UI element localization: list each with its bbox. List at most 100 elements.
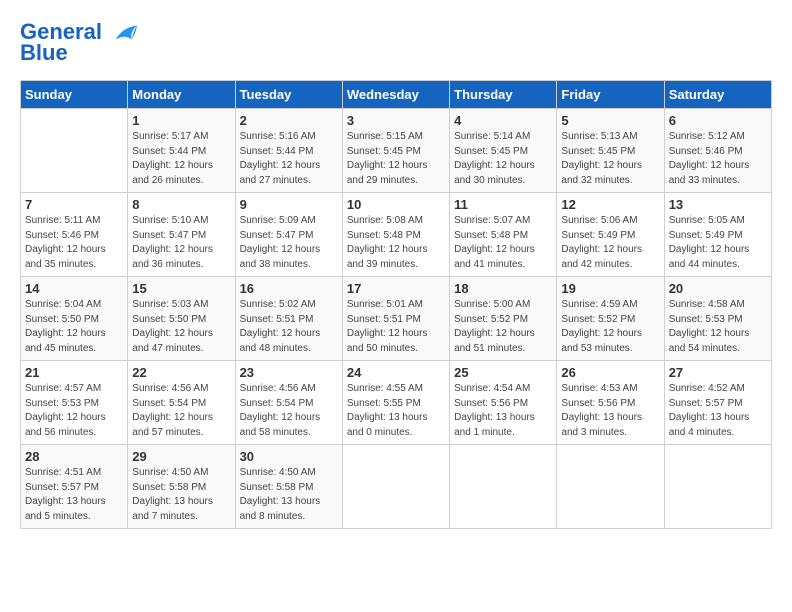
day-number: 10 — [347, 197, 445, 212]
day-number: 11 — [454, 197, 552, 212]
day-number: 23 — [240, 365, 338, 380]
day-number: 8 — [132, 197, 230, 212]
day-cell: 20 Sunrise: 4:58 AM Sunset: 5:53 PM Dayli… — [664, 277, 771, 361]
day-info: Sunrise: 4:50 AM Sunset: 5:58 PM Dayligh… — [132, 466, 230, 524]
day-number: 14 — [25, 281, 123, 296]
day-number: 4 — [454, 113, 552, 128]
day-info: Sunrise: 4:52 AM Sunset: 5:57 PM Dayligh… — [669, 382, 767, 440]
day-info: Sunrise: 5:00 AM Sunset: 5:52 PM Dayligh… — [454, 298, 552, 356]
day-cell: 21 Sunrise: 4:57 AM Sunset: 5:53 PM Dayli… — [21, 361, 128, 445]
day-number: 2 — [240, 113, 338, 128]
header-cell-monday: Monday — [128, 81, 235, 109]
day-cell — [557, 445, 664, 529]
week-row-5: 28 Sunrise: 4:51 AM Sunset: 5:57 PM Dayli… — [21, 445, 772, 529]
day-cell: 16Sunrise: 5:02 AM Sunset: 5:51 PM Dayli… — [235, 277, 342, 361]
day-info: Sunrise: 5:08 AM Sunset: 5:48 PM Dayligh… — [347, 214, 445, 272]
day-info: Sunrise: 5:17 AM Sunset: 5:44 PM Dayligh… — [132, 130, 230, 188]
day-number: 25 — [454, 365, 552, 380]
page-container: General Blue SundayMondayTuesdayWednesda… — [0, 0, 792, 539]
day-info: Sunrise: 5:14 AM Sunset: 5:45 PM Dayligh… — [454, 130, 552, 188]
day-info: Sunrise: 4:51 AM Sunset: 5:57 PM Dayligh… — [25, 466, 123, 524]
day-info: Sunrise: 4:56 AM Sunset: 5:54 PM Dayligh… — [240, 382, 338, 440]
day-cell: 30 Sunrise: 4:50 AM Sunset: 5:58 PM Dayli… — [235, 445, 342, 529]
day-info: Sunrise: 5:16 AM Sunset: 5:44 PM Dayligh… — [240, 130, 338, 188]
header-cell-friday: Friday — [557, 81, 664, 109]
header-cell-thursday: Thursday — [450, 81, 557, 109]
day-number: 1 — [132, 113, 230, 128]
day-cell: 24 Sunrise: 4:55 AM Sunset: 5:55 PM Dayli… — [342, 361, 449, 445]
day-cell: 17 Sunrise: 5:01 AM Sunset: 5:51 PM Dayli… — [342, 277, 449, 361]
day-cell: 27 Sunrise: 4:52 AM Sunset: 5:57 PM Dayli… — [664, 361, 771, 445]
day-cell: 14Sunrise: 5:04 AM Sunset: 5:50 PM Dayli… — [21, 277, 128, 361]
day-info: Sunrise: 4:50 AM Sunset: 5:58 PM Dayligh… — [240, 466, 338, 524]
day-info: Sunrise: 5:03 AM Sunset: 5:50 PM Dayligh… — [132, 298, 230, 356]
day-info: Sunrise: 4:57 AM Sunset: 5:53 PM Dayligh… — [25, 382, 123, 440]
day-cell: 7 Sunrise: 5:11 AM Sunset: 5:46 PM Daylig… — [21, 193, 128, 277]
day-number: 15 — [132, 281, 230, 296]
day-number: 13 — [669, 197, 767, 212]
day-info: Sunrise: 4:59 AM Sunset: 5:52 PM Dayligh… — [561, 298, 659, 356]
day-info: Sunrise: 5:01 AM Sunset: 5:51 PM Dayligh… — [347, 298, 445, 356]
day-number: 12 — [561, 197, 659, 212]
day-cell: 4 Sunrise: 5:14 AM Sunset: 5:45 PM Daylig… — [450, 109, 557, 193]
header: General Blue — [20, 20, 772, 66]
day-cell: 18 Sunrise: 5:00 AM Sunset: 5:52 PM Dayli… — [450, 277, 557, 361]
day-info: Sunrise: 5:11 AM Sunset: 5:46 PM Dayligh… — [25, 214, 123, 272]
day-info: Sunrise: 4:54 AM Sunset: 5:56 PM Dayligh… — [454, 382, 552, 440]
day-number: 22 — [132, 365, 230, 380]
day-cell: 2 Sunrise: 5:16 AM Sunset: 5:44 PM Daylig… — [235, 109, 342, 193]
day-cell: 13 Sunrise: 5:05 AM Sunset: 5:49 PM Dayli… — [664, 193, 771, 277]
day-number: 19 — [561, 281, 659, 296]
week-row-4: 21 Sunrise: 4:57 AM Sunset: 5:53 PM Dayli… — [21, 361, 772, 445]
day-cell — [342, 445, 449, 529]
day-number: 21 — [25, 365, 123, 380]
day-number: 24 — [347, 365, 445, 380]
calendar-table: SundayMondayTuesdayWednesdayThursdayFrid… — [20, 80, 772, 529]
day-info: Sunrise: 4:58 AM Sunset: 5:53 PM Dayligh… — [669, 298, 767, 356]
day-cell: 8 Sunrise: 5:10 AM Sunset: 5:47 PM Daylig… — [128, 193, 235, 277]
header-cell-wednesday: Wednesday — [342, 81, 449, 109]
day-cell — [450, 445, 557, 529]
day-number: 6 — [669, 113, 767, 128]
week-row-3: 14Sunrise: 5:04 AM Sunset: 5:50 PM Dayli… — [21, 277, 772, 361]
day-info: Sunrise: 5:02 AM Sunset: 5:51 PM Dayligh… — [240, 298, 338, 356]
week-row-2: 7 Sunrise: 5:11 AM Sunset: 5:46 PM Daylig… — [21, 193, 772, 277]
day-cell: 25 Sunrise: 4:54 AM Sunset: 5:56 PM Dayli… — [450, 361, 557, 445]
day-info: Sunrise: 5:15 AM Sunset: 5:45 PM Dayligh… — [347, 130, 445, 188]
day-info: Sunrise: 5:12 AM Sunset: 5:46 PM Dayligh… — [669, 130, 767, 188]
day-number: 17 — [347, 281, 445, 296]
day-number: 7 — [25, 197, 123, 212]
day-cell: 12 Sunrise: 5:06 AM Sunset: 5:49 PM Dayli… — [557, 193, 664, 277]
day-cell: 3 Sunrise: 5:15 AM Sunset: 5:45 PM Daylig… — [342, 109, 449, 193]
day-info: Sunrise: 5:05 AM Sunset: 5:49 PM Dayligh… — [669, 214, 767, 272]
day-cell: 23 Sunrise: 4:56 AM Sunset: 5:54 PM Dayli… — [235, 361, 342, 445]
day-cell: 11 Sunrise: 5:07 AM Sunset: 5:48 PM Dayli… — [450, 193, 557, 277]
day-info: Sunrise: 5:10 AM Sunset: 5:47 PM Dayligh… — [132, 214, 230, 272]
logo-bird-icon — [111, 22, 139, 44]
day-number: 30 — [240, 449, 338, 464]
day-number: 3 — [347, 113, 445, 128]
day-cell: 6 Sunrise: 5:12 AM Sunset: 5:46 PM Daylig… — [664, 109, 771, 193]
week-row-1: 1 Sunrise: 5:17 AM Sunset: 5:44 PM Daylig… — [21, 109, 772, 193]
day-number: 18 — [454, 281, 552, 296]
day-info: Sunrise: 5:09 AM Sunset: 5:47 PM Dayligh… — [240, 214, 338, 272]
day-number: 27 — [669, 365, 767, 380]
day-cell — [21, 109, 128, 193]
day-cell: 9Sunrise: 5:09 AM Sunset: 5:47 PM Daylig… — [235, 193, 342, 277]
day-cell: 15 Sunrise: 5:03 AM Sunset: 5:50 PM Dayli… — [128, 277, 235, 361]
day-info: Sunrise: 5:07 AM Sunset: 5:48 PM Dayligh… — [454, 214, 552, 272]
day-cell: 5Sunrise: 5:13 AM Sunset: 5:45 PM Daylig… — [557, 109, 664, 193]
day-number: 26 — [561, 365, 659, 380]
day-number: 28 — [25, 449, 123, 464]
day-info: Sunrise: 4:55 AM Sunset: 5:55 PM Dayligh… — [347, 382, 445, 440]
day-number: 20 — [669, 281, 767, 296]
day-number: 5 — [561, 113, 659, 128]
day-cell: 19 Sunrise: 4:59 AM Sunset: 5:52 PM Dayli… — [557, 277, 664, 361]
header-cell-saturday: Saturday — [664, 81, 771, 109]
day-info: Sunrise: 5:06 AM Sunset: 5:49 PM Dayligh… — [561, 214, 659, 272]
day-cell: 22 Sunrise: 4:56 AM Sunset: 5:54 PM Dayli… — [128, 361, 235, 445]
day-info: Sunrise: 4:56 AM Sunset: 5:54 PM Dayligh… — [132, 382, 230, 440]
day-cell: 28 Sunrise: 4:51 AM Sunset: 5:57 PM Dayli… — [21, 445, 128, 529]
day-cell — [664, 445, 771, 529]
day-cell: 29Sunrise: 4:50 AM Sunset: 5:58 PM Dayli… — [128, 445, 235, 529]
